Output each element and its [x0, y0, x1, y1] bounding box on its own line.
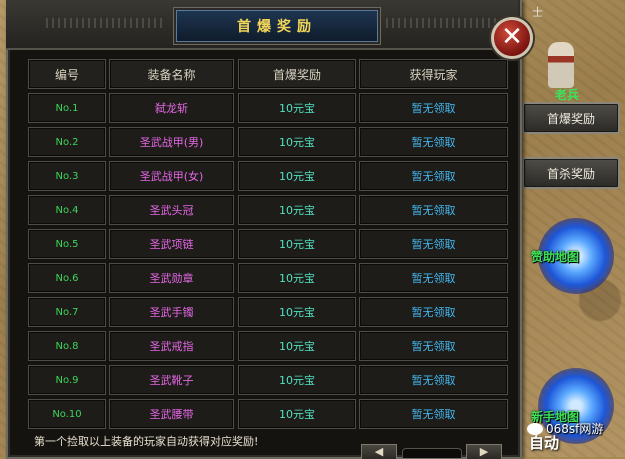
row-item-name: 圣武项链: [109, 229, 234, 259]
row-number: No.2: [28, 127, 106, 157]
row-reward: 10元宝: [238, 331, 356, 361]
row-player: 暂无领取: [359, 365, 508, 395]
row-number: No.7: [28, 297, 106, 327]
npc-figure[interactable]: [548, 42, 574, 88]
watermark-text: 068sf网游: [546, 422, 604, 436]
row-reward: 10元宝: [238, 365, 356, 395]
row-number: No.4: [28, 195, 106, 225]
watermark: 068sf网游: [527, 420, 603, 437]
header-item-name: 装备名称: [109, 59, 234, 89]
row-reward: 10元宝: [238, 399, 356, 429]
row-item-name: 圣武勋章: [109, 263, 234, 293]
title-left-ornament: [46, 18, 166, 28]
wechat-icon: [527, 422, 543, 435]
row-player: 暂无领取: [359, 331, 508, 361]
row-player: 暂无领取: [359, 93, 508, 123]
header-first-drop-reward: 首爆奖励: [238, 59, 356, 89]
title-right-ornament: [386, 18, 506, 28]
npc-name-label: 士: [532, 6, 543, 19]
first-drop-reward-button[interactable]: 首爆奖励: [522, 102, 620, 134]
row-item-name: 圣武战甲(女): [109, 161, 234, 191]
row-item-name: 圣武靴子: [109, 365, 234, 395]
row-player: 暂无领取: [359, 195, 508, 225]
dialog-title: 首爆奖励: [176, 10, 378, 42]
row-item-name: 圣武头冠: [109, 195, 234, 225]
row-player: 暂无领取: [359, 161, 508, 191]
row-item-name: 圣武手镯: [109, 297, 234, 327]
first-kill-reward-button[interactable]: 首杀奖励: [522, 157, 620, 189]
row-number: No.3: [28, 161, 106, 191]
header-number: 编号: [28, 59, 106, 89]
close-icon[interactable]: ✕: [491, 17, 533, 59]
row-player: 暂无领取: [359, 399, 508, 429]
row-number: No.9: [28, 365, 106, 395]
row-number: No.10: [28, 399, 106, 429]
row-number: No.5: [28, 229, 106, 259]
row-player: 暂无领取: [359, 297, 508, 327]
row-reward: 10元宝: [238, 263, 356, 293]
sponsor-map-label[interactable]: 赞助地图: [531, 248, 579, 265]
row-player: 暂无领取: [359, 127, 508, 157]
row-item-name: 圣武腰带: [109, 399, 234, 429]
row-item-name: 圣武战甲(男): [109, 127, 234, 157]
row-reward: 10元宝: [238, 161, 356, 191]
row-reward: 10元宝: [238, 195, 356, 225]
footer-note: 第一个捡取以上装备的玩家自动获得对应奖励!: [34, 435, 259, 448]
row-reward: 10元宝: [238, 127, 356, 157]
row-number: No.1: [28, 93, 106, 123]
row-number: No.8: [28, 331, 106, 361]
row-player: 暂无领取: [359, 229, 508, 259]
row-player: 暂无领取: [359, 263, 508, 293]
row-item-name: 弑龙斩: [109, 93, 234, 123]
row-item-name: 圣武戒指: [109, 331, 234, 361]
row-reward: 10元宝: [238, 93, 356, 123]
row-reward: 10元宝: [238, 229, 356, 259]
header-obtained-player: 获得玩家: [359, 59, 508, 89]
npc-name-green-label: 老兵: [555, 88, 580, 102]
row-number: No.6: [28, 263, 106, 293]
row-reward: 10元宝: [238, 297, 356, 327]
